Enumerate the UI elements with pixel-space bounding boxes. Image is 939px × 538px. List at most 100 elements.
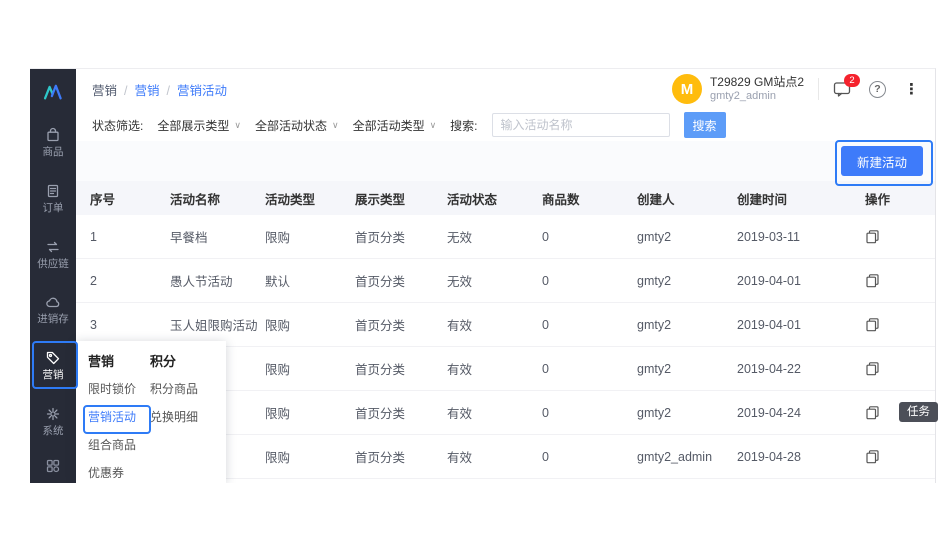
app-logo — [30, 69, 76, 115]
cell-status: 无效 — [447, 271, 542, 290]
cell-status: 有效 — [447, 447, 542, 466]
submenu-group-title: 营销 — [88, 353, 138, 370]
divider — [818, 78, 819, 100]
copy-icon[interactable] — [865, 405, 880, 420]
cell-count: 0 — [542, 318, 637, 332]
copy-icon[interactable] — [865, 273, 880, 288]
column-header: 商品数 — [542, 189, 637, 208]
copy-icon[interactable] — [865, 229, 880, 244]
supply-chain-icon — [45, 239, 61, 255]
cell-type: 限购 — [265, 403, 355, 422]
cell-no: 1 — [90, 230, 170, 244]
help-button[interactable] — [869, 81, 886, 98]
cell-display-type: 首页分类 — [355, 271, 447, 290]
filter-bar: 状态筛选: 全部展示类型 全部活动状态 全部活动类型 搜索: 搜索 — [76, 109, 935, 141]
action-bar: 新建活动 — [76, 141, 935, 181]
breadcrumb-item[interactable]: 营销 — [135, 80, 178, 99]
copy-icon[interactable] — [865, 361, 880, 376]
cell-actions — [865, 317, 935, 332]
sidebar: 商品 订单 供应链 — [30, 69, 76, 483]
menu-item-exchange-detail[interactable]: 兑换明细 — [150, 409, 200, 426]
cell-no: 2 — [90, 274, 170, 288]
chevron-down-icon — [234, 121, 241, 130]
breadcrumb-item: 营销活动 — [177, 80, 227, 99]
column-header: 创建人 — [637, 189, 737, 208]
cell-type: 限购 — [265, 447, 355, 466]
cell-count: 0 — [542, 450, 637, 464]
cell-created: 2019-03-11 — [737, 230, 865, 244]
breadcrumb-item[interactable]: 营销 — [92, 80, 135, 99]
screenshot-stage: 商品 订单 供应链 — [0, 0, 939, 538]
menu-item-combo-goods[interactable]: 组合商品 — [88, 437, 138, 454]
cell-creator: gmty2 — [637, 406, 737, 420]
notification-badge: 2 — [844, 74, 860, 87]
account-menu[interactable]: T29829 GM站点2 gmty2_admin — [672, 74, 804, 104]
cell-count: 0 — [542, 406, 637, 420]
cell-name: 玉人姐限购活动 — [170, 315, 265, 334]
sidebar-item-inventory[interactable]: 进销存 — [30, 282, 76, 338]
app-window: 商品 订单 供应链 — [30, 68, 936, 483]
system-gear-icon — [45, 406, 61, 422]
cell-created: 2019-04-22 — [737, 362, 865, 376]
orders-icon — [45, 183, 61, 199]
goods-icon — [45, 127, 61, 143]
status-filter-label: 状态筛选: — [92, 117, 143, 134]
cell-created: 2019-04-01 — [737, 274, 865, 288]
cell-display-type: 首页分类 — [355, 403, 447, 422]
more-options-button[interactable] — [904, 82, 919, 97]
sidebar-item-label: 供应链 — [37, 258, 69, 270]
cell-display-type: 首页分类 — [355, 359, 447, 378]
messages-button[interactable]: 2 — [833, 81, 851, 97]
dropdown-value: 全部活动类型 — [353, 117, 425, 134]
cell-creator: gmty2 — [637, 274, 737, 288]
cell-no: 3 — [90, 318, 170, 332]
cell-type: 限购 — [265, 359, 355, 378]
table-header-row: 序号 活动名称 活动类型 展示类型 活动状态 商品数 创建人 创建时间 — [76, 181, 935, 215]
search-button[interactable]: 搜索 — [684, 112, 726, 138]
copy-icon[interactable] — [865, 449, 880, 464]
sidebar-item-supply-chain[interactable]: 供应链 — [30, 226, 76, 282]
copy-icon[interactable] — [865, 317, 880, 332]
table-row[interactable]: 1 早餐档 限购 首页分类 无效 0 gmty2 2019-03-11 — [76, 215, 935, 259]
cell-display-type: 首页分类 — [355, 315, 447, 334]
chevron-down-icon — [430, 121, 437, 130]
cell-status: 有效 — [447, 403, 542, 422]
cell-display-type: 首页分类 — [355, 227, 447, 246]
dropdown-value: 全部展示类型 — [157, 117, 229, 134]
activity-type-dropdown[interactable]: 全部活动类型 — [353, 117, 437, 134]
sidebar-item-label: 营销 — [43, 369, 64, 381]
sidebar-item-label: 商品 — [43, 146, 64, 158]
task-floating-button[interactable]: 任务 — [899, 402, 938, 422]
cell-name: 早餐档 — [170, 227, 265, 246]
inventory-icon — [45, 294, 61, 310]
sidebar-item-label: 系统 — [43, 425, 64, 437]
menu-item-points-goods[interactable]: 积分商品 — [150, 381, 200, 398]
sidebar-item-apps[interactable] — [30, 449, 76, 483]
cell-type: 限购 — [265, 315, 355, 334]
sidebar-item-system[interactable]: 系统 — [30, 393, 76, 449]
submenu-group-marketing: 营销 限时锁价 营销活动 组合商品 优惠券 — [88, 353, 138, 471]
menu-item-limit-price[interactable]: 限时锁价 — [88, 381, 138, 398]
activity-status-dropdown[interactable]: 全部活动状态 — [255, 117, 339, 134]
sidebar-item-orders[interactable]: 订单 — [30, 171, 76, 227]
column-header: 活动类型 — [265, 189, 355, 208]
cell-creator: gmty2 — [637, 362, 737, 376]
menu-item-marketing-activity[interactable]: 营销活动 — [88, 409, 138, 426]
new-activity-button[interactable]: 新建活动 — [841, 146, 923, 176]
sidebar-item-label: 订单 — [43, 202, 64, 214]
display-type-dropdown[interactable]: 全部展示类型 — [157, 117, 241, 134]
search-input[interactable] — [492, 113, 670, 137]
cell-count: 0 — [542, 362, 637, 376]
username: gmty2_admin — [710, 90, 804, 103]
cell-status: 有效 — [447, 315, 542, 334]
chevron-down-icon — [332, 121, 339, 130]
cell-name: 愚人节活动 — [170, 271, 265, 290]
cell-actions — [865, 273, 935, 288]
cell-creator: gmty2 — [637, 318, 737, 332]
table-row[interactable]: 2 愚人节活动 默认 首页分类 无效 0 gmty2 2019-04-01 — [76, 259, 935, 303]
sidebar-item-marketing[interactable]: 营销 — [30, 338, 76, 394]
kebab-menu-icon — [904, 82, 919, 97]
breadcrumb: 营销 营销 营销活动 — [92, 80, 227, 99]
sidebar-item-goods[interactable]: 商品 — [30, 115, 76, 171]
menu-item-coupon[interactable]: 优惠券 — [88, 465, 138, 482]
